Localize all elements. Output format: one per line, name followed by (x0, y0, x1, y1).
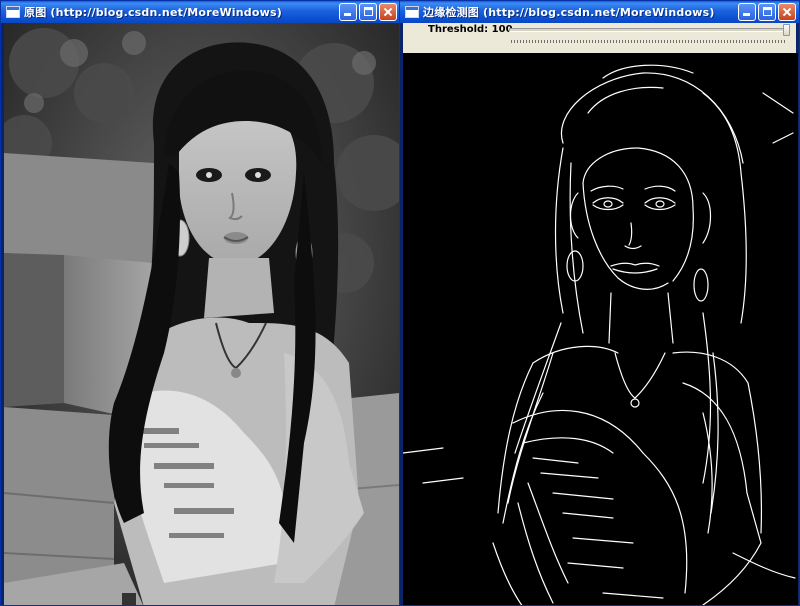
maximize-button[interactable] (359, 3, 377, 21)
threshold-trackbar-row: Threshold: 100 (403, 23, 796, 53)
close-button[interactable] (778, 3, 796, 21)
original-window-titlebar[interactable]: 原图 (http://blog.csdn.net/MoreWindows) (1, 1, 400, 23)
maximize-button[interactable] (758, 3, 776, 21)
close-icon (779, 4, 795, 20)
maximize-icon (763, 7, 772, 16)
original-window-client (4, 23, 399, 605)
window-title: 原图 (http://blog.csdn.net/MoreWindows) (24, 6, 282, 19)
minimize-button[interactable] (738, 3, 756, 21)
threshold-slider-track[interactable] (509, 28, 790, 32)
minimize-icon (344, 13, 351, 16)
window-icon[interactable] (405, 6, 419, 18)
edge-detection-window: 边缘检测图 (http://blog.csdn.net/MoreWindows)… (399, 0, 800, 606)
threshold-slider-thumb[interactable] (783, 24, 790, 36)
close-button[interactable] (379, 3, 397, 21)
minimize-icon (743, 13, 750, 16)
original-image-window: 原图 (http://blog.csdn.net/MoreWindows) (0, 0, 401, 606)
canny-edges-illustration (403, 64, 796, 605)
grayscale-portrait-photo (4, 23, 399, 605)
edge-window-titlebar[interactable]: 边缘检测图 (http://blog.csdn.net/MoreWindows) (400, 1, 799, 23)
window-icon[interactable] (6, 6, 20, 18)
portrait-illustration (4, 23, 399, 605)
edge-detection-image (403, 53, 798, 605)
edge-window-client: Threshold: 100 (403, 23, 798, 605)
maximize-icon (364, 7, 373, 16)
threshold-tick-marks (511, 40, 786, 43)
close-icon (380, 4, 396, 20)
window-title: 边缘检测图 (http://blog.csdn.net/MoreWindows) (423, 6, 715, 19)
minimize-button[interactable] (339, 3, 357, 21)
threshold-label: Threshold: 100 (428, 24, 513, 35)
